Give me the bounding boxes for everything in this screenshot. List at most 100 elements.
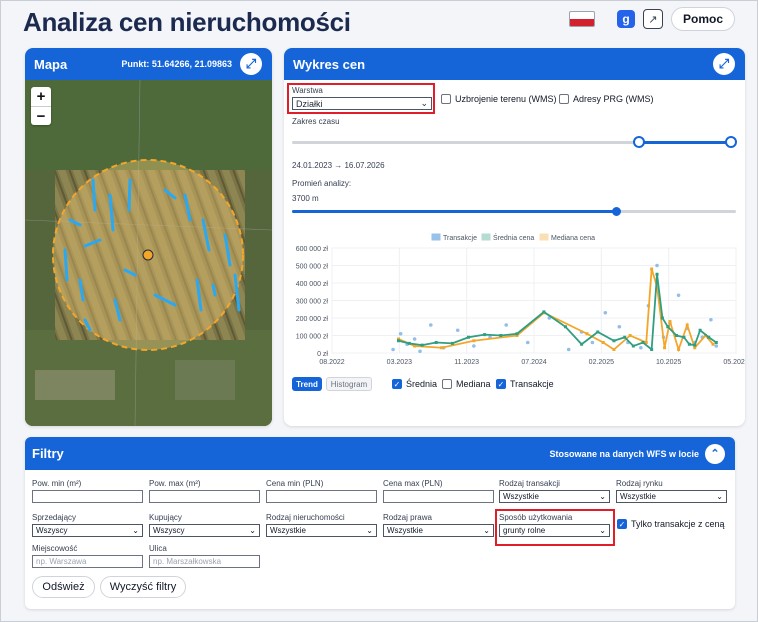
median-point: [663, 346, 667, 350]
town-label: Miejscowość: [32, 544, 78, 553]
transactions-toggle[interactable]: ✓ Transakcje: [496, 379, 554, 389]
map-expand-icon[interactable]: ⤢: [240, 53, 262, 75]
mean-toggle[interactable]: ✓ Średnia: [392, 379, 437, 389]
time-range-start-handle[interactable]: [633, 136, 645, 148]
layer-select[interactable]: Działki ⌄: [292, 97, 432, 110]
transaction-point: [714, 344, 719, 348]
street-label: Ulica: [149, 544, 167, 553]
median-point: [612, 348, 616, 351]
layer-select-value: Działki: [296, 98, 323, 109]
chevron-down-icon: ⌄: [599, 526, 606, 535]
mean-checkbox[interactable]: ✓: [392, 379, 402, 389]
radius-label: Promień analizy:: [292, 179, 352, 188]
buyer-select[interactable]: Wszyscy ⌄: [149, 524, 260, 537]
price-min-input[interactable]: [266, 490, 377, 503]
town-input[interactable]: np. Warszawa: [32, 555, 143, 568]
mean-point: [483, 333, 487, 337]
tab-trend[interactable]: Trend: [292, 377, 322, 391]
right-type-select[interactable]: Wszystkie ⌄: [383, 524, 494, 537]
x-tick-label: 10.2025: [656, 359, 681, 366]
mean-point: [596, 330, 600, 334]
buyer-label: Kupujący: [149, 513, 182, 522]
zoom-in-button[interactable]: +: [31, 87, 51, 106]
y-tick-label: 600 000 zł: [296, 246, 329, 253]
filters-panel: Filtry Stosowane na danych WFS w locie ⌃…: [25, 437, 735, 609]
date-range-text: 24.01.2023 → 16.07.2026: [292, 161, 385, 170]
property-type-select[interactable]: Wszystkie ⌄: [266, 524, 377, 537]
wms-prg-toggle[interactable]: Adresy PRG (WMS): [559, 94, 654, 104]
median-point: [693, 346, 697, 350]
map-header: Mapa Punkt: 51.64266, 21.09863 ⤢: [25, 48, 272, 80]
area-min-filter: Pow. min (m²): [32, 479, 143, 503]
zoom-control: + −: [31, 87, 51, 125]
median-point: [601, 341, 605, 344]
median-point: [585, 332, 589, 336]
area-min-input[interactable]: [32, 490, 143, 503]
transaction-point: [590, 340, 595, 345]
chevron-down-icon: ⌄: [132, 526, 139, 535]
clear-filters-button[interactable]: Wyczyść filtry: [100, 576, 186, 598]
area-max-input[interactable]: [149, 490, 260, 503]
transactions-toggle-label: Transakcje: [510, 379, 554, 389]
median-point: [472, 339, 476, 343]
market-type-label: Rodzaj rynku: [616, 479, 663, 488]
wms-utilities-toggle[interactable]: Uzbrojenie terenu (WMS): [441, 94, 557, 104]
y-tick-label: 500 000 zł: [296, 264, 329, 271]
wms-utilities-label: Uzbrojenie terenu (WMS): [455, 94, 557, 104]
mean-point: [612, 339, 616, 343]
chart-expand-icon[interactable]: ⤢: [713, 53, 735, 75]
wms-utilities-checkbox[interactable]: [441, 94, 451, 104]
price-only-checkbox[interactable]: ✓: [617, 519, 627, 529]
mean-point: [655, 272, 659, 276]
right-type-value: Wszystkie: [387, 526, 423, 535]
chevron-down-icon: ⌄: [366, 526, 373, 535]
mean-point: [466, 335, 470, 339]
median-toggle[interactable]: Mediana: [442, 379, 491, 389]
mean-toggle-label: Średnia: [406, 379, 438, 389]
refresh-button[interactable]: Odśwież: [32, 576, 95, 598]
map-canvas[interactable]: + −: [25, 80, 272, 426]
wms-prg-checkbox[interactable]: [559, 94, 569, 104]
map-title: Mapa: [34, 56, 68, 72]
transaction-type-value: Wszystkie: [503, 492, 539, 501]
market-type-select[interactable]: Wszystkie ⌄: [616, 490, 727, 503]
mean-point: [693, 343, 697, 347]
price-min-label: Cena min (PLN): [266, 479, 324, 488]
geoportal-icon[interactable]: g: [616, 10, 635, 28]
legend-swatch: [431, 233, 441, 241]
buyer-filter: Kupujący Wszyscy ⌄: [149, 513, 260, 537]
price-only-label: Tylko transakcje z ceną: [631, 519, 725, 529]
transactions-checkbox[interactable]: ✓: [496, 379, 506, 389]
external-link-icon[interactable]: ↗: [642, 9, 663, 29]
chevron-down-icon: ⌄: [483, 526, 490, 535]
area-max-filter: Pow. max (m²): [149, 479, 260, 503]
chevron-up-icon[interactable]: ⌃: [705, 443, 725, 464]
radius-slider-handle[interactable]: [612, 207, 622, 216]
time-range-label: Zakres czasu: [292, 117, 340, 126]
legend-swatch: [539, 233, 549, 241]
price-max-input[interactable]: [383, 490, 494, 503]
mean-point: [682, 335, 686, 339]
street-input[interactable]: np. Marszałkowska: [149, 555, 260, 568]
transaction-type-label: Rodzaj transakcji: [499, 479, 560, 488]
time-range-end-handle[interactable]: [725, 136, 737, 148]
header-toolbar: g ↗ Pomoc: [568, 7, 735, 31]
transaction-point: [525, 340, 530, 345]
transaction-type-select[interactable]: Wszystkie ⌄: [499, 490, 610, 503]
help-button[interactable]: Pomoc: [670, 7, 735, 31]
mean-point: [660, 316, 664, 320]
right-type-label: Rodzaj prawa: [383, 513, 432, 522]
usage-filter: Sposób użytkowania grunty rolne ⌄: [499, 513, 610, 537]
filters-header[interactable]: Filtry Stosowane na danych WFS w locie ⌃: [25, 437, 735, 470]
usage-select[interactable]: grunty rolne ⌄: [499, 524, 610, 537]
tab-histogram[interactable]: Histogram: [326, 377, 372, 391]
x-tick-label: 08.2022: [319, 359, 344, 366]
median-checkbox[interactable]: [442, 379, 452, 389]
mean-point: [666, 325, 670, 329]
transaction-point: [455, 328, 460, 333]
transaction-point: [709, 317, 713, 322]
seller-select[interactable]: Wszyscy ⌄: [32, 524, 143, 537]
price-only-toggle[interactable]: ✓ Tylko transakcje z ceną: [617, 519, 725, 529]
legend-label: Transakcje: [443, 235, 477, 242]
zoom-out-button[interactable]: −: [31, 106, 51, 125]
